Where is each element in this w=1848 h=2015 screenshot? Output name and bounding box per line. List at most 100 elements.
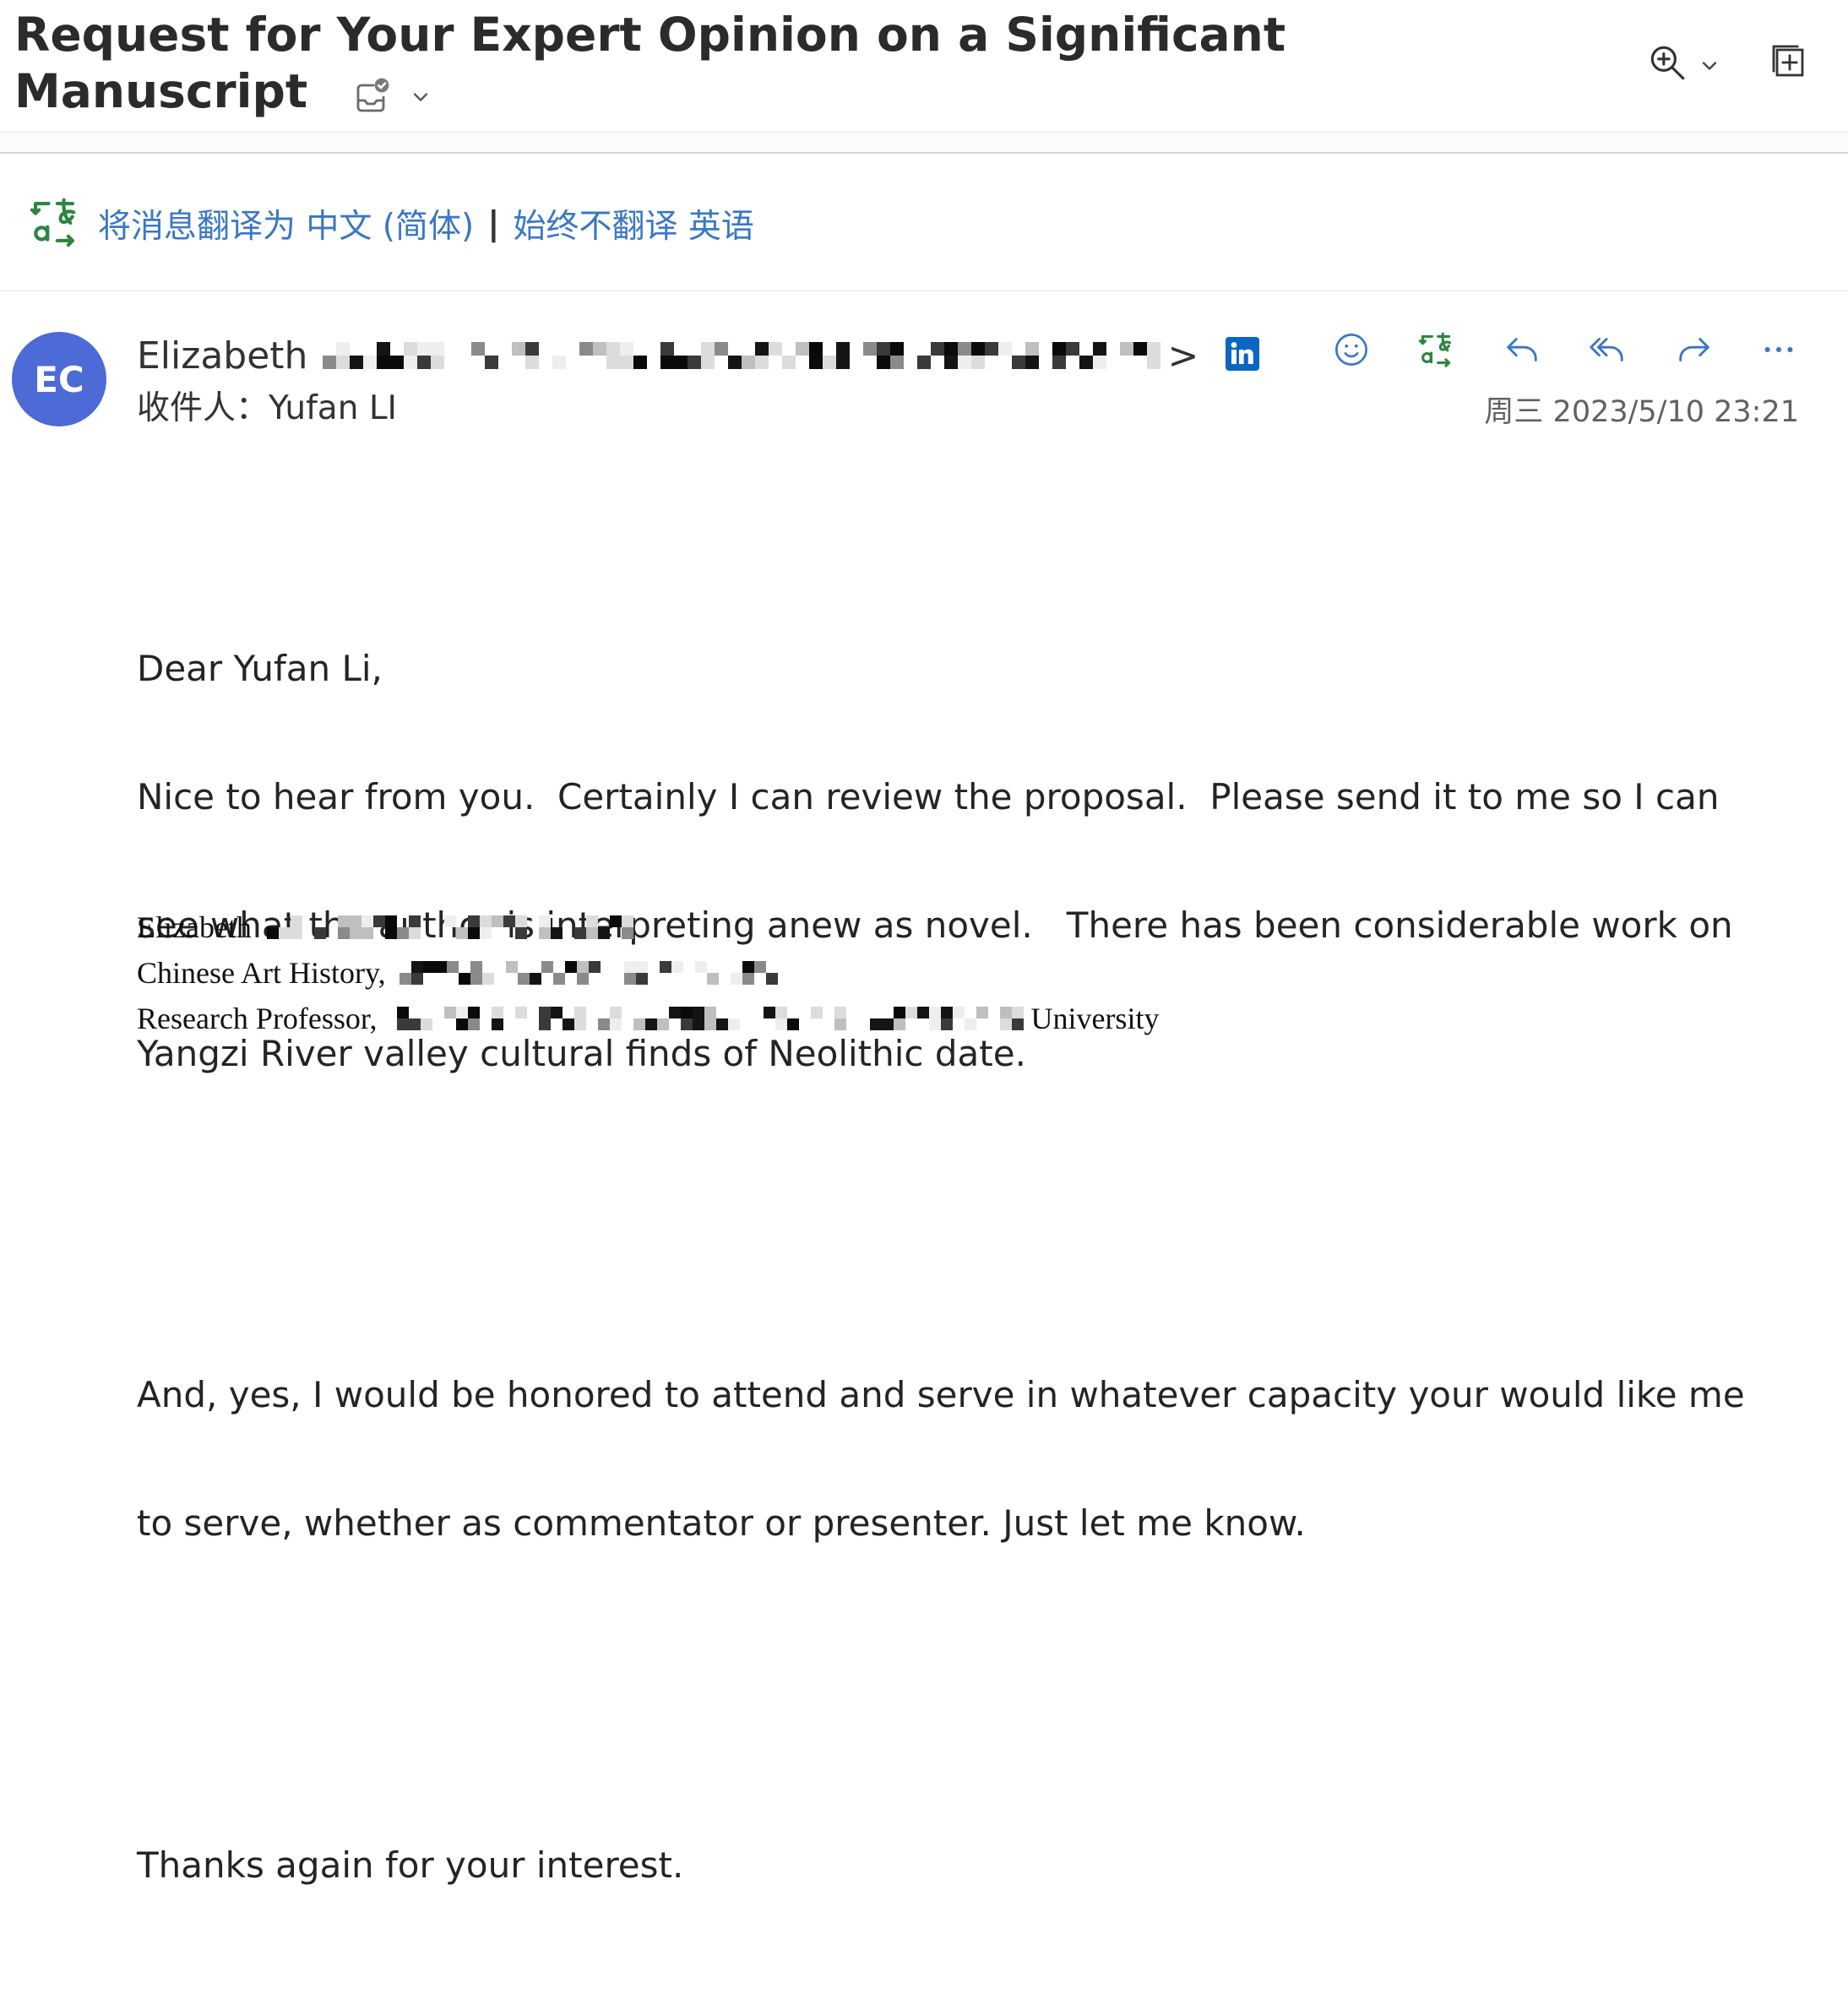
mosaic-cell (443, 915, 456, 927)
forward-button[interactable] (1669, 324, 1720, 375)
message-body: Dear Yufan Li, Nice to hear from you. Ce… (137, 477, 1745, 2015)
mosaic-cell (877, 356, 891, 369)
mosaic-cell (512, 342, 526, 356)
signature-line: Research Professor, University (137, 996, 1159, 1041)
mosaic-cell (1147, 356, 1161, 369)
mosaic-cell (361, 927, 373, 939)
redacted-sender-address (323, 342, 1161, 369)
reply-button[interactable] (1497, 324, 1547, 375)
mosaic-cell (514, 915, 527, 927)
mosaic-cell (467, 927, 480, 939)
sender[interactable]: Elizabeth > (137, 334, 1198, 377)
mosaic-cell (701, 342, 715, 356)
mosaic-cell (576, 961, 589, 973)
mosaic-cell (755, 342, 769, 356)
mosaic-cell (505, 961, 518, 973)
avatar[interactable]: EC (12, 332, 106, 426)
mosaic-cell (479, 927, 492, 939)
mosaic-cell (953, 1007, 965, 1018)
mosaic-cell (278, 927, 291, 939)
mosaic-cell (409, 1018, 421, 1030)
signature-line: Chinese Art History, (137, 950, 1159, 996)
linkedin-button[interactable] (1226, 337, 1259, 371)
forward-icon (1679, 338, 1709, 361)
summary-button[interactable] (351, 75, 392, 116)
mosaic-cell (941, 1007, 954, 1018)
mosaic-cell (931, 342, 945, 356)
mosaic-cell (552, 356, 567, 369)
summary-menu-button[interactable] (409, 85, 432, 109)
mosaic-cell (349, 915, 361, 927)
mosaic-cell (458, 973, 470, 985)
mosaic-cell (514, 927, 527, 939)
linkedin-icon (1226, 337, 1259, 371)
mosaic-cell (811, 1007, 823, 1018)
mosaic-cell (503, 915, 515, 927)
mosaic-cell (693, 1018, 705, 1030)
mosaic-cell (593, 342, 607, 356)
mosaic-cell (573, 927, 586, 939)
mosaic-cell (669, 1007, 682, 1018)
mosaic-cell (693, 1007, 705, 1018)
translate-bar-icon (28, 196, 80, 248)
mosaic-cell (384, 927, 397, 939)
mosaic-cell (958, 356, 972, 369)
mosaic-cell (515, 1007, 528, 1018)
mosaic-cell (431, 356, 445, 369)
more-actions-button[interactable] (1753, 324, 1804, 375)
mosaic-cell (1147, 342, 1161, 356)
mosaic-cell (894, 1018, 906, 1030)
mosaic-cell (610, 1007, 622, 1018)
mosaic-cell (706, 973, 719, 985)
mosaic-cell (479, 915, 492, 927)
mosaic-cell (384, 915, 397, 927)
mosaic-cell (941, 1018, 954, 1030)
emoji-reaction-button[interactable] (1326, 324, 1377, 375)
mosaic-cell (431, 342, 445, 356)
mosaic-cell (971, 356, 986, 369)
mosaic-cell (877, 342, 891, 356)
mosaic-cell (323, 356, 337, 369)
mosaic-cell (742, 973, 754, 985)
mosaic-cell (765, 973, 778, 985)
mosaic-cell (660, 356, 675, 369)
subject-title: Request for Your Expert Opinion on a Sig… (14, 8, 1286, 118)
mosaic-cell (633, 1018, 646, 1030)
mosaic-cell (742, 356, 756, 369)
mosaic-cell (404, 342, 418, 356)
mosaic-cell (944, 342, 959, 356)
zoom-menu-button[interactable] (1698, 54, 1721, 78)
mosaic-cell (491, 915, 503, 927)
mosaic-cell (694, 961, 707, 973)
zoom-button[interactable] (1644, 39, 1691, 86)
mosaic-cell (1012, 356, 1026, 369)
chevron-down-icon (1702, 62, 1717, 70)
reply-all-icon (1590, 338, 1623, 361)
mosaic-cell (538, 927, 551, 939)
mosaic-cell (421, 1018, 433, 1030)
message-date: 周三 2023/5/10 23:21 (1484, 395, 1799, 429)
mosaic-cell (620, 342, 634, 356)
recipient-name[interactable]: Yufan LI (269, 389, 397, 427)
mosaic-cell (1066, 342, 1080, 356)
body-paragraph: And, yes, I would be honored to attend a… (137, 1289, 1745, 1631)
mosaic-cell (337, 927, 350, 939)
mosaic-cell (538, 915, 551, 927)
translate-button[interactable] (1410, 324, 1461, 375)
popout-button[interactable] (1765, 37, 1813, 84)
translate-bar: 将消息翻译为 中文 (简体) | 始终不翻译 英语 (98, 200, 754, 247)
mosaic-cell (337, 915, 350, 927)
reply-all-button[interactable] (1582, 324, 1633, 375)
mosaic-cell (623, 961, 636, 973)
translate-message-link[interactable]: 将消息翻译为 中文 (简体) (98, 200, 474, 247)
mosaic-cell (917, 1007, 930, 1018)
mosaic-cell (834, 1007, 847, 1018)
mosaic-cell (787, 1018, 800, 1030)
body-paragraph: Thanks again for your interest. (137, 1759, 1745, 1973)
mosaic-cell (704, 1018, 717, 1030)
mosaic-cell (755, 356, 769, 369)
mosaic-cell (823, 356, 837, 369)
mosaic-cell (525, 356, 540, 369)
never-translate-link[interactable]: 始终不翻译 英语 (513, 200, 753, 247)
mosaic-cell (563, 1018, 575, 1030)
